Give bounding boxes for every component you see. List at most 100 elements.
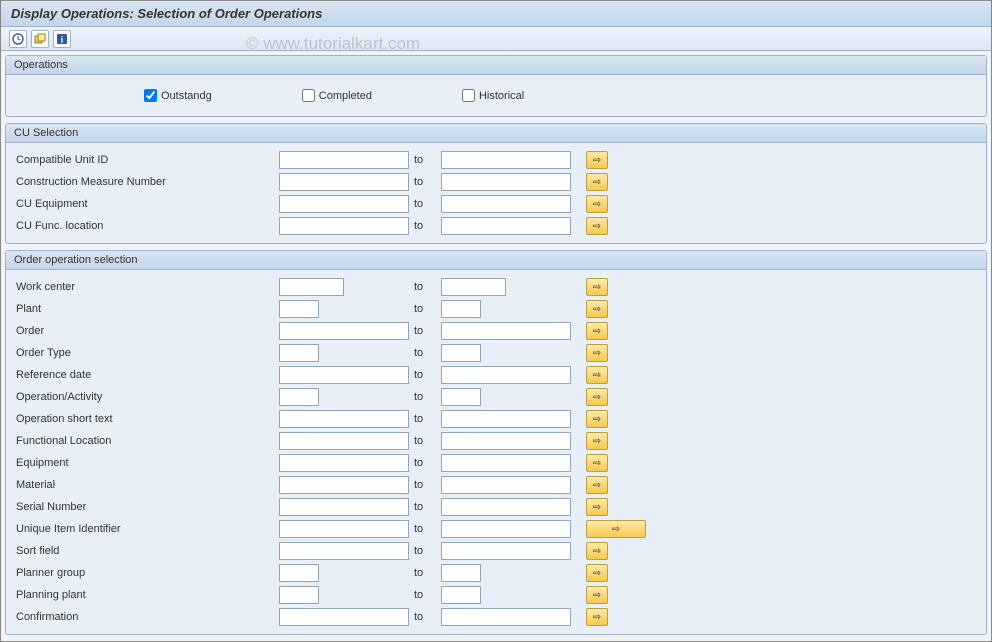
from-field[interactable] (279, 454, 409, 472)
selection-row: Operation short textto⇨ (14, 408, 978, 430)
field-label: Work center (14, 281, 279, 293)
to-field[interactable] (441, 344, 481, 362)
from-field[interactable] (279, 608, 409, 626)
selection-row: Compatible Unit IDto⇨ (14, 149, 978, 171)
from-field[interactable] (279, 542, 409, 560)
get-variant-button[interactable] (31, 30, 49, 48)
info-button[interactable]: i (53, 30, 71, 48)
from-field[interactable] (279, 300, 319, 318)
arrow-right-icon: ⇨ (593, 590, 601, 601)
to-label: to (414, 303, 439, 315)
from-field[interactable] (279, 410, 409, 428)
field-label: Material (14, 479, 279, 491)
from-field[interactable] (279, 498, 409, 516)
multiple-selection-button[interactable]: ⇨ (586, 366, 608, 384)
multiple-selection-button[interactable]: ⇨ (586, 432, 608, 450)
multiple-selection-button[interactable]: ⇨ (586, 476, 608, 494)
from-field[interactable] (279, 195, 409, 213)
checkbox-input[interactable] (144, 89, 157, 102)
multiple-selection-button[interactable]: ⇨ (586, 322, 608, 340)
multiple-selection-button[interactable]: ⇨ (586, 498, 608, 516)
multiple-selection-button[interactable]: ⇨ (586, 195, 608, 213)
multiple-selection-button[interactable]: ⇨ (586, 520, 646, 538)
arrow-col: ⇨ (586, 366, 608, 384)
from-field[interactable] (279, 432, 409, 450)
arrow-right-icon: ⇨ (593, 155, 601, 166)
multiple-selection-button[interactable]: ⇨ (586, 586, 608, 604)
field-label: Functional Location (14, 435, 279, 447)
arrow-col: ⇨ (586, 388, 608, 406)
arrow-col: ⇨ (586, 173, 608, 191)
checkbox-input[interactable] (462, 89, 475, 102)
field-label: Reference date (14, 369, 279, 381)
from-field[interactable] (279, 366, 409, 384)
multiple-selection-button[interactable]: ⇨ (586, 454, 608, 472)
group-operations: Operations OutstandgCompletedHistorical (5, 55, 987, 117)
multiple-selection-button[interactable]: ⇨ (586, 300, 608, 318)
to-field[interactable] (441, 608, 571, 626)
to-field[interactable] (441, 322, 571, 340)
to-field[interactable] (441, 366, 571, 384)
from-field[interactable] (279, 278, 344, 296)
selection-row: Work centerto⇨ (14, 276, 978, 298)
from-field[interactable] (279, 173, 409, 191)
to-label: to (414, 545, 439, 557)
multiple-selection-button[interactable]: ⇨ (586, 564, 608, 582)
to-label: to (414, 567, 439, 579)
info-icon: i (56, 33, 68, 45)
selection-row: Sort fieldto⇨ (14, 540, 978, 562)
variant-icon (34, 33, 46, 45)
checkbox-completed[interactable]: Completed (302, 89, 372, 102)
from-field[interactable] (279, 586, 319, 604)
selection-row: Serial Numberto⇨ (14, 496, 978, 518)
from-field[interactable] (279, 520, 409, 538)
arrow-right-icon: ⇨ (593, 177, 601, 188)
multiple-selection-button[interactable]: ⇨ (586, 608, 608, 626)
multiple-selection-button[interactable]: ⇨ (586, 344, 608, 362)
to-field[interactable] (441, 454, 571, 472)
field-label: Order (14, 325, 279, 337)
to-field[interactable] (441, 586, 481, 604)
to-label: to (414, 523, 439, 535)
clock-icon (12, 33, 24, 45)
multiple-selection-button[interactable]: ⇨ (586, 217, 608, 235)
from-field[interactable] (279, 322, 409, 340)
multiple-selection-button[interactable]: ⇨ (586, 542, 608, 560)
selection-row: CU Equipmentto⇨ (14, 193, 978, 215)
to-field[interactable] (441, 520, 571, 538)
multiple-selection-button[interactable]: ⇨ (586, 173, 608, 191)
selection-row: Order Typeto⇨ (14, 342, 978, 364)
to-field[interactable] (441, 410, 571, 428)
from-field[interactable] (279, 476, 409, 494)
checkbox-label: Historical (479, 90, 524, 102)
to-field[interactable] (441, 300, 481, 318)
to-field[interactable] (441, 388, 481, 406)
to-field[interactable] (441, 217, 571, 235)
to-label: to (414, 198, 439, 210)
to-field[interactable] (441, 432, 571, 450)
to-field[interactable] (441, 542, 571, 560)
to-field[interactable] (441, 151, 571, 169)
field-label: Operation short text (14, 413, 279, 425)
multiple-selection-button[interactable]: ⇨ (586, 151, 608, 169)
to-field[interactable] (441, 278, 506, 296)
to-field[interactable] (441, 564, 481, 582)
from-field[interactable] (279, 151, 409, 169)
checkbox-historical[interactable]: Historical (462, 89, 524, 102)
multiple-selection-button[interactable]: ⇨ (586, 388, 608, 406)
to-field[interactable] (441, 498, 571, 516)
to-field[interactable] (441, 476, 571, 494)
to-field[interactable] (441, 173, 571, 191)
to-label: to (414, 457, 439, 469)
from-field[interactable] (279, 217, 409, 235)
from-field[interactable] (279, 388, 319, 406)
arrow-col: ⇨ (586, 498, 608, 516)
multiple-selection-button[interactable]: ⇨ (586, 278, 608, 296)
to-field[interactable] (441, 195, 571, 213)
from-field[interactable] (279, 564, 319, 582)
multiple-selection-button[interactable]: ⇨ (586, 410, 608, 428)
execute-button[interactable] (9, 30, 27, 48)
checkbox-input[interactable] (302, 89, 315, 102)
checkbox-outstandg[interactable]: Outstandg (144, 89, 212, 102)
from-field[interactable] (279, 344, 319, 362)
